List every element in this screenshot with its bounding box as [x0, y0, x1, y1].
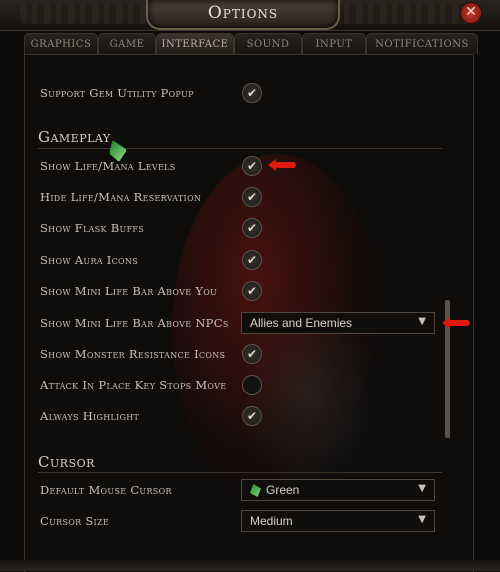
section-divider — [38, 148, 442, 149]
tab-game[interactable]: Game — [98, 33, 156, 54]
title-plate: Options — [146, 0, 340, 30]
close-button[interactable]: ✕ — [460, 2, 482, 24]
tab-label: Notifications — [375, 39, 469, 50]
dropdown-value: Green — [266, 483, 300, 497]
close-icon: ✕ — [465, 4, 477, 20]
tab-label: Game — [109, 39, 145, 50]
checkbox-attack-in-place-key-stops-move[interactable] — [242, 375, 262, 395]
tab-input[interactable]: Input — [302, 33, 366, 54]
checkbox-show-flask-buffs[interactable]: ✔ — [242, 218, 262, 238]
check-icon: ✔ — [246, 347, 258, 361]
dropdown-value: Allies and Enemies — [250, 316, 353, 330]
check-icon: ✔ — [246, 253, 258, 267]
checkbox-hide-life-mana-reservation[interactable]: ✔ — [242, 187, 262, 207]
tab-label: Interface — [161, 39, 229, 50]
setting-label-show-life-mana-levels: Show Life/Mana Levels — [40, 159, 176, 173]
setting-label-hide-life-mana-reservation: Hide Life/Mana Reservation — [40, 190, 202, 204]
annotation-arrow — [442, 317, 470, 329]
setting-label-show-aura-icons: Show Aura Icons — [40, 253, 138, 267]
tab-label: Graphics — [30, 39, 92, 50]
checkbox-support-gem-utility-popup[interactable]: ✔ — [242, 83, 262, 103]
title-bar: Options ✕ — [0, 0, 500, 31]
setting-label-show-mini-life-bar-above-you: Show Mini Life Bar Above You — [40, 284, 218, 298]
check-icon: ✔ — [246, 159, 258, 173]
check-icon: ✔ — [246, 284, 258, 298]
tab-graphics[interactable]: Graphics — [24, 33, 98, 54]
setting-label-show-mini-life-bar-above-npcs: Show Mini Life Bar Above NPCs — [40, 316, 229, 330]
dropdown-mini-life-bar-above-npcs[interactable]: Allies and Enemies ▼ — [241, 312, 435, 334]
tab-sound[interactable]: Sound — [234, 33, 302, 54]
green-gem-icon — [250, 484, 261, 497]
dropdown-cursor-size[interactable]: Medium ▼ — [241, 510, 435, 532]
window-title: Options — [207, 3, 279, 23]
setting-label-show-flask-buffs: Show Flask Buffs — [40, 221, 145, 235]
checkbox-show-monster-resistance-icons[interactable]: ✔ — [242, 344, 262, 364]
section-heading-cursor: Cursor — [38, 453, 95, 471]
checkbox-always-highlight[interactable]: ✔ — [242, 406, 262, 426]
setting-label-cursor-size: Cursor Size — [40, 514, 110, 528]
chevron-down-icon: ▼ — [418, 483, 426, 494]
chevron-down-icon: ▼ — [418, 514, 426, 525]
section-divider — [38, 472, 442, 473]
tab-notifications[interactable]: Notifications — [366, 33, 478, 54]
check-icon: ✔ — [246, 409, 258, 423]
check-icon: ✔ — [246, 86, 258, 100]
setting-label-support-gem-utility-popup: Support Gem Utility Popup — [40, 86, 194, 100]
setting-label-show-monster-resistance-icons: Show Monster Resistance Icons — [40, 347, 226, 361]
checkbox-show-mini-life-bar-above-you[interactable]: ✔ — [242, 281, 262, 301]
check-icon: ✔ — [246, 190, 258, 204]
dropdown-default-mouse-cursor[interactable]: Green ▼ — [241, 479, 435, 501]
checkbox-show-aura-icons[interactable]: ✔ — [242, 250, 262, 270]
chevron-down-icon: ▼ — [418, 316, 426, 327]
annotation-arrow — [268, 159, 296, 171]
section-heading-gameplay: Gameplay — [38, 128, 111, 146]
check-icon: ✔ — [246, 221, 258, 235]
tab-label: Input — [315, 39, 353, 50]
tab-interface[interactable]: Interface — [156, 33, 234, 54]
checkbox-show-life-mana-levels[interactable]: ✔ — [242, 156, 262, 176]
options-tabs: Graphics Game Interface Sound Input Noti… — [24, 33, 478, 54]
setting-label-default-mouse-cursor: Default Mouse Cursor — [40, 483, 172, 497]
setting-label-attack-in-place-key-stops-move: Attack In Place Key Stops Move — [40, 378, 227, 392]
tab-label: Sound — [246, 39, 290, 50]
panel-bottom-edge — [0, 560, 500, 571]
dropdown-value: Medium — [250, 514, 293, 528]
setting-label-always-highlight: Always Highlight — [40, 409, 140, 423]
